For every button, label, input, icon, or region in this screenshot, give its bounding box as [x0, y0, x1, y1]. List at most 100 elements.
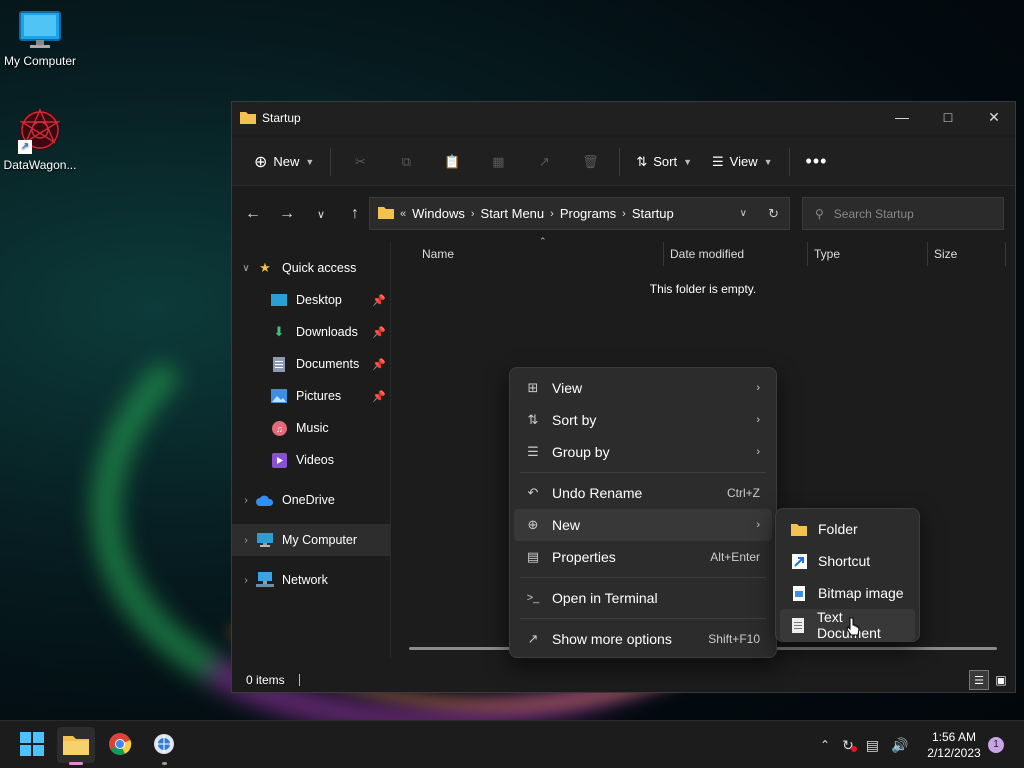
nav-item-desktop[interactable]: Desktop 📌 — [232, 284, 390, 316]
folder-icon — [240, 110, 256, 127]
nav-quick-access[interactable]: ∨ ★ Quick access — [232, 252, 390, 284]
refresh-icon[interactable]: ↻ — [768, 206, 779, 222]
clock-time: 1:56 AM — [931, 730, 977, 744]
nav-label: Pictures — [296, 389, 342, 403]
volume-icon[interactable]: 🔊 — [891, 737, 908, 754]
copy-button[interactable]: ⧉ — [383, 146, 429, 178]
column-header-type[interactable]: Type — [814, 242, 840, 266]
sort-icon: ⇅ — [527, 412, 539, 427]
nav-item-downloads[interactable]: ⬇ Downloads 📌 — [232, 316, 390, 348]
chevron-right-icon[interactable]: › — [550, 208, 554, 220]
menu-item-undo-rename[interactable]: ↶ Undo Rename Ctrl+Z — [514, 477, 772, 509]
video-icon — [270, 452, 288, 468]
view-button[interactable]: ☰ View ▼ — [702, 146, 783, 178]
submenu-item-bitmap-image[interactable]: Bitmap image — [780, 577, 915, 609]
notification-badge[interactable]: 1 — [988, 737, 1004, 753]
sort-ascending-icon: ⌃ — [539, 236, 547, 246]
menu-item-show-more-options[interactable]: ↗ Show more options Shift+F10 — [514, 623, 772, 655]
show-hidden-icons-icon[interactable]: ⌃ — [820, 738, 830, 752]
menu-item-open-in-terminal[interactable]: >_ Open in Terminal — [514, 582, 772, 614]
menu-item-label: New — [552, 517, 581, 533]
large-icons-view-button[interactable]: ▣ — [991, 670, 1011, 690]
column-separator[interactable] — [1005, 242, 1006, 266]
chevron-right-icon[interactable]: › — [236, 495, 256, 506]
file-explorer-icon — [63, 733, 89, 758]
app-globe-icon — [152, 732, 176, 759]
paste-button[interactable]: 📋 — [429, 146, 475, 178]
nav-label: Desktop — [296, 293, 342, 307]
column-header-name[interactable]: Name — [422, 242, 454, 266]
chevron-down-icon[interactable]: ∨ — [236, 263, 256, 274]
nav-onedrive[interactable]: › OneDrive — [232, 484, 390, 516]
search-input[interactable]: ⚲ Search Startup — [802, 197, 1004, 230]
nav-my-computer[interactable]: › My Computer — [232, 524, 390, 556]
nav-item-documents[interactable]: Documents 📌 — [232, 348, 390, 380]
submenu-item-shortcut[interactable]: Shortcut — [780, 545, 915, 577]
network-monitor-icon[interactable]: ▤ — [866, 737, 879, 754]
new-button[interactable]: ⊕ New ▼ — [244, 146, 324, 178]
close-button[interactable]: ✕ — [971, 102, 1017, 132]
close-icon: ✕ — [988, 108, 1000, 125]
desktop-icon-my-computer[interactable]: My Computer — [0, 10, 80, 68]
menu-item-new[interactable]: ⊕ New › — [514, 509, 772, 541]
taskbar-app[interactable] — [145, 727, 183, 765]
forward-button[interactable]: → — [270, 205, 304, 223]
address-history-icon[interactable]: ∨ — [740, 208, 747, 219]
more-options-button[interactable]: ••• — [796, 146, 838, 178]
active-app-indicator — [69, 762, 83, 765]
toolbar-separator — [619, 147, 621, 176]
desktop-icon-label: DataWagon... — [3, 158, 77, 172]
menu-item-view[interactable]: ⊞ View › — [514, 372, 772, 404]
breadcrumb-item[interactable]: Programs — [560, 206, 616, 221]
maximize-button[interactable]: □ — [925, 102, 971, 132]
breadcrumb-item[interactable]: Start Menu — [481, 206, 545, 221]
chevron-right-icon[interactable]: › — [236, 535, 256, 546]
rename-icon: ▦ — [492, 153, 505, 169]
sync-icon[interactable]: ↻ — [842, 737, 857, 754]
submenu-item-folder[interactable]: Folder — [780, 513, 915, 545]
nav-label: Network — [282, 573, 328, 587]
properties-icon: ▤ — [526, 549, 540, 564]
grid-icon: ⊞ — [527, 380, 539, 395]
nav-item-videos[interactable]: Videos — [232, 444, 390, 476]
nav-label: My Computer — [282, 533, 358, 547]
nav-network[interactable]: › Network — [232, 564, 390, 596]
taskbar-chrome[interactable] — [101, 727, 139, 763]
column-separator[interactable] — [927, 242, 928, 266]
share-button[interactable]: ↗ — [521, 146, 567, 178]
taskbar-file-explorer[interactable] — [57, 727, 95, 765]
text-document-icon — [790, 617, 807, 633]
rename-button[interactable]: ▦ — [475, 146, 521, 178]
cut-button[interactable]: ✂ — [337, 146, 383, 178]
shortcut-icon — [790, 553, 808, 569]
breadcrumb-item[interactable]: Startup — [632, 206, 674, 221]
chevron-right-icon[interactable]: › — [471, 208, 475, 220]
trash-icon: 🗑 — [582, 153, 599, 169]
music-icon: ♫ — [270, 420, 288, 436]
column-separator[interactable] — [663, 242, 664, 266]
minimize-button[interactable]: — — [879, 102, 925, 132]
pin-icon: 📌 — [372, 294, 386, 307]
up-button[interactable]: ↑ — [338, 205, 372, 223]
recent-locations-button[interactable]: ∨ — [304, 208, 338, 221]
details-view-button[interactable]: ☰ — [969, 670, 989, 690]
sort-button[interactable]: ⇅ Sort ▼ — [626, 146, 702, 178]
chevron-right-icon[interactable]: › — [236, 575, 256, 586]
nav-item-music[interactable]: ♫ Music — [232, 412, 390, 444]
back-button[interactable]: ← — [236, 205, 270, 223]
address-bar[interactable]: « Windows › Start Menu › Programs › Star… — [369, 197, 790, 230]
desktop-icon-datawagon[interactable]: ↗ DataWagon... — [0, 106, 80, 172]
nav-item-pictures[interactable]: Pictures 📌 — [232, 380, 390, 412]
menu-item-group-by[interactable]: ☰ Group by › — [514, 436, 772, 468]
column-header-date-modified[interactable]: Date modified — [670, 242, 744, 266]
start-button[interactable] — [13, 727, 51, 763]
chevron-right-icon[interactable]: › — [622, 208, 626, 220]
column-header-size[interactable]: Size — [934, 242, 957, 266]
menu-item-properties[interactable]: ▤ Properties Alt+Enter — [514, 541, 772, 573]
column-separator[interactable] — [807, 242, 808, 266]
menu-item-sort-by[interactable]: ⇅ Sort by › — [514, 404, 772, 436]
breadcrumb-overflow-icon[interactable]: « — [400, 208, 406, 220]
clock[interactable]: 1:56 AM 2/12/2023 — [920, 729, 988, 761]
delete-button[interactable]: 🗑 — [567, 146, 613, 178]
breadcrumb-item[interactable]: Windows — [412, 206, 465, 221]
